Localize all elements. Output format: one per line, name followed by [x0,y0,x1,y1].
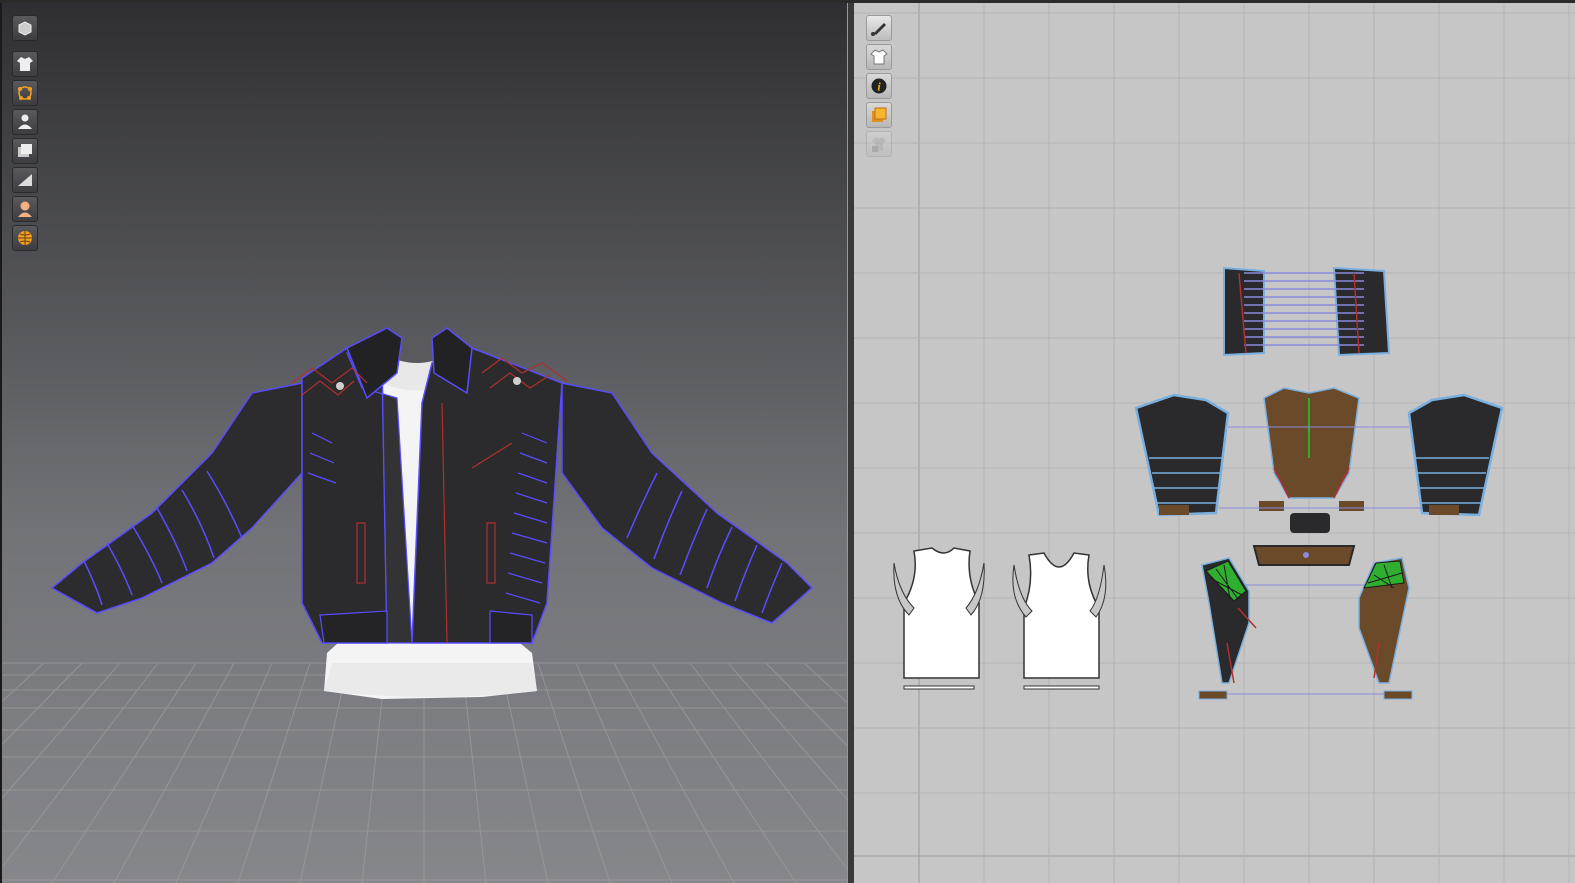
jacket-left-sleeve[interactable] [50,382,303,614]
pattern-left-sleeve[interactable] [1134,393,1230,517]
3d-toolbar [12,15,38,254]
show-garment-2d-icon[interactable] [866,44,892,70]
show-avatar-icon[interactable] [12,109,38,135]
pattern-shirt-front[interactable] [893,547,985,690]
2d-pattern-window[interactable]: i [854,3,1575,883]
shading-mode-icon[interactable] [12,167,38,193]
pattern-left-front[interactable] [1198,557,1257,700]
avatar-skin-icon[interactable] [12,196,38,222]
pattern-right-sleeve[interactable] [1219,393,1504,517]
3d-scene[interactable] [2,3,847,883]
pattern-info-icon[interactable]: i [866,73,892,99]
pattern-right-front[interactable] [1227,557,1413,700]
pattern-back-body[interactable] [1259,387,1364,533]
show-points-icon[interactable] [12,80,38,106]
jacket-right-sleeve[interactable] [561,382,814,624]
fabric-layer-icon[interactable] [866,102,892,128]
3d-garment-window[interactable] [2,3,848,883]
view-cube-icon[interactable] [12,15,38,41]
jacket-body[interactable] [291,327,568,644]
grid-globe-icon[interactable] [12,225,38,251]
texture-view-icon[interactable] [12,138,38,164]
pattern-shirt-back[interactable] [1012,552,1107,690]
pattern-back-yoke[interactable] [1223,266,1391,357]
pattern-waistband[interactable] [1252,545,1356,566]
2d-toolbar: i [866,15,892,160]
2d-pattern-canvas[interactable] [854,3,1575,883]
lock-garment-icon[interactable] [866,131,892,157]
show-garment-icon[interactable] [12,51,38,77]
show-tool-icon[interactable] [866,15,892,41]
